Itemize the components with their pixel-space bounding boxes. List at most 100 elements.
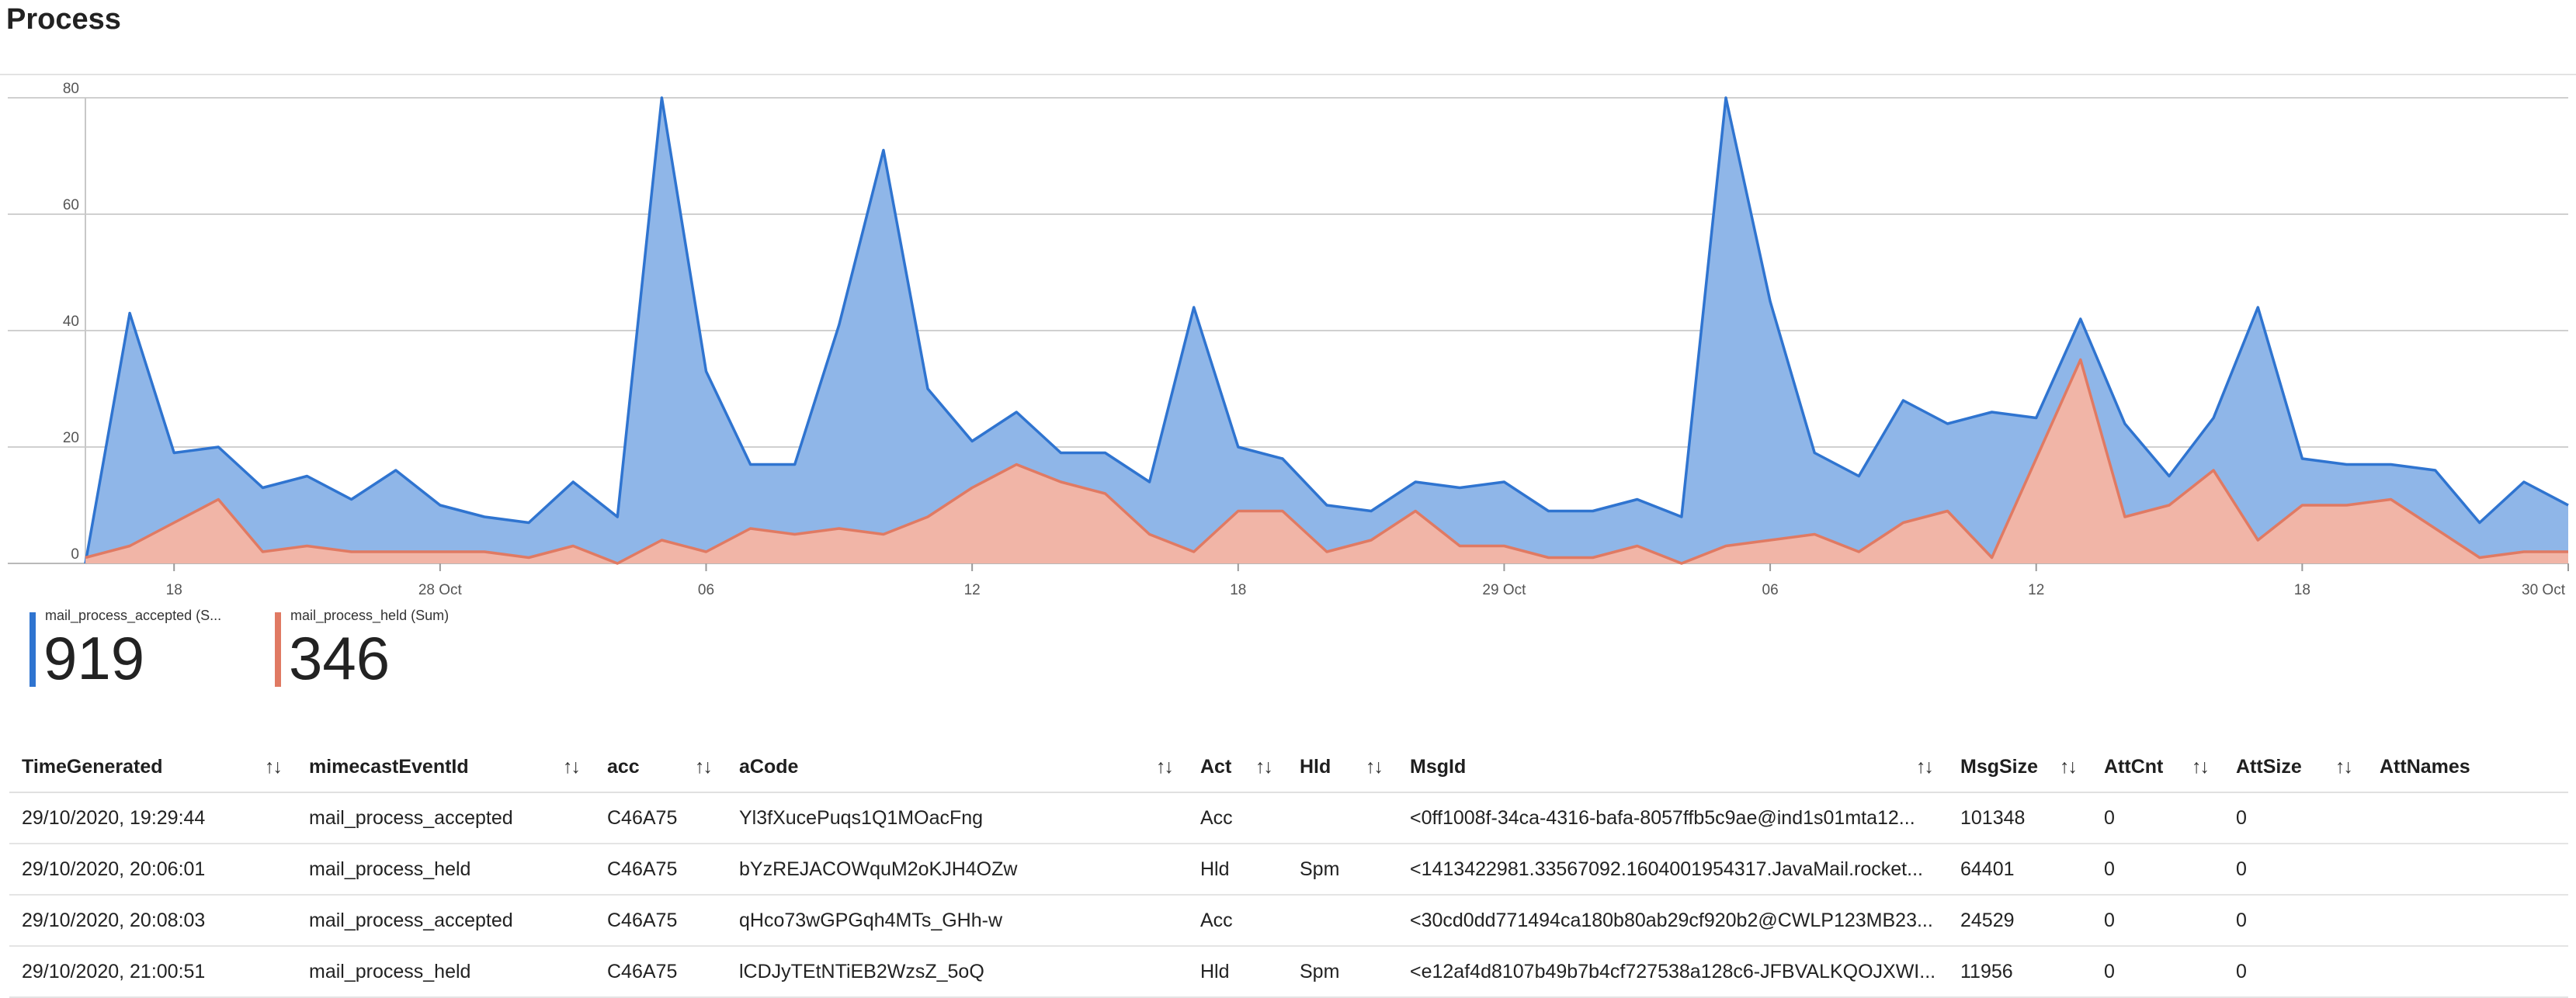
table-cell-msgid: <e12af4d8107b49b7b4cf727538a128c6-JFBVAL… [1397,946,1948,998]
table-cell-attnames [2367,844,2568,896]
table-cell-hld [1287,895,1397,947]
table-cell-timegenerated: 29/10/2020, 20:08:03 [9,895,297,947]
sort-arrows-icon[interactable]: ↑↓ [563,756,581,778]
column-header-label: MsgSize [1960,755,2039,778]
column-header-label: acc [607,755,640,778]
column-header-attnames[interactable]: AttNames [2367,742,2568,793]
column-header-label: AttSize [2236,755,2302,778]
column-header-attcnt[interactable]: AttCnt ↑↓ [2092,742,2224,793]
table-cell-msgsize: 11956 [1948,946,2092,998]
y-tick-label-40: 40 [63,314,79,330]
column-header-acc[interactable]: acc ↑↓ [595,742,727,793]
column-header-label: AttNames [2380,755,2470,778]
legend-held-swatch [275,612,281,687]
table-cell-timegenerated: 29/10/2020, 21:00:51 [9,946,297,998]
table-cell-attcnt: 0 [2092,895,2224,947]
table-cell-acc: C46A75 [595,946,727,998]
column-header-label: aCode [739,755,799,778]
table-cell-hld: Spm [1287,946,1397,998]
column-header-acode[interactable]: aCode ↑↓ [727,742,1188,793]
table-cell-act: Acc [1188,895,1287,947]
legend-accepted-swatch [30,612,36,687]
area-chart: 0 20 40 60 80 18 28 Oct 06 12 18 29 Oct 06 12 18 30 Oc… [0,74,2576,598]
table-cell-acc: C46A75 [595,844,727,896]
column-header-act[interactable]: Act ↑↓ [1188,742,1287,793]
table-header-row: TimeGenerated ↑↓ mimecastEventId ↑↓ acc ↑↓ aCo… [9,742,2568,793]
table-cell-mimecasteventid: mail_process_held [297,844,595,896]
table-cell-act: Acc [1188,792,1287,844]
table-cell-msgid: <0ff1008f-34ca-4316-bafa-8057ffb5c9ae@in… [1397,792,1948,844]
table-cell-attsize: 0 [2224,844,2367,896]
table-cell-acode: Yl3fXucePuqs1Q1MOacFng [727,792,1188,844]
table-cell-hld [1287,792,1397,844]
table-cell-mimecasteventid: mail_process_accepted [297,895,595,947]
column-header-label: TimeGenerated [22,755,163,778]
column-header-mimecasteventid[interactable]: mimecastEventId ↑↓ [297,742,595,793]
x-tick-label-2: 06 [698,582,714,598]
table-cell-msgsize: 24529 [1948,895,2092,947]
sort-arrows-icon[interactable]: ↑↓ [1255,756,1273,778]
x-tick-label-0: 18 [166,582,182,598]
table-cell-mimecasteventid: mail_process_held [297,946,595,998]
y-tick-label-60: 60 [63,197,79,213]
table-cell-acode: lCDJyTEtNTiEB2WzsZ_5oQ [727,946,1188,998]
sort-arrows-icon[interactable]: ↑↓ [1156,756,1174,778]
column-header-label: AttCnt [2104,755,2164,778]
table-row[interactable]: 29/10/2020, 20:08:03 mail_process_accepte… [9,895,2568,947]
table-row[interactable]: 29/10/2020, 21:00:51 mail_process_held C46… [9,946,2568,998]
table-cell-attsize: 0 [2224,946,2367,998]
table-row[interactable]: 29/10/2020, 19:29:44 mail_process_accepte… [9,792,2568,844]
y-tick-label-0: 0 [71,546,79,563]
column-header-label: Hld [1300,755,1331,778]
results-table: TimeGenerated ↑↓ mimecastEventId ↑↓ acc ↑↓ aCo… [9,742,2568,998]
sort-arrows-icon[interactable]: ↑↓ [265,756,283,778]
y-tick-label-20: 20 [63,430,79,446]
table-cell-msgsize: 101348 [1948,792,2092,844]
sort-arrows-icon[interactable]: ↑↓ [2335,756,2353,778]
table-cell-attnames [2367,946,2568,998]
table-body: 29/10/2020, 19:29:44 mail_process_accepte… [9,792,2568,998]
legend-accepted-total: 919 [43,624,145,692]
x-tick-label-6: 06 [1762,582,1779,598]
sort-arrows-icon[interactable]: ↑↓ [2060,756,2078,778]
table-cell-attsize: 0 [2224,792,2367,844]
sort-arrows-icon[interactable]: ↑↓ [1916,756,1934,778]
legend-accepted-label: mail_process_accepted (S... [45,608,222,623]
table-cell-act: Hld [1188,844,1287,896]
x-tick-label-9: 30 Oct [2522,582,2566,598]
column-header-timegenerated[interactable]: TimeGenerated ↑↓ [9,742,297,793]
table-cell-hld: Spm [1287,844,1397,896]
column-header-label: mimecastEventId [309,755,469,778]
table-cell-acode: qHco73wGPGqh4MTs_GHh-w [727,895,1188,947]
y-tick-label-80: 80 [63,81,79,97]
legend-held-total: 346 [289,624,391,692]
table-cell-attnames [2367,895,2568,947]
x-tick-label-8: 18 [2294,582,2310,598]
table-cell-mimecasteventid: mail_process_accepted [297,792,595,844]
table-cell-attsize: 0 [2224,895,2367,947]
x-tick-label-3: 12 [964,582,981,598]
table-cell-acc: C46A75 [595,895,727,947]
sort-arrows-icon[interactable]: ↑↓ [1366,756,1383,778]
x-tick-label-1: 28 Oct [418,582,463,598]
table-cell-acc: C46A75 [595,792,727,844]
table-cell-msgid: <1413422981.33567092.1604001954317.JavaM… [1397,844,1948,896]
column-header-msgid[interactable]: MsgId ↑↓ [1397,742,1948,793]
table-cell-attcnt: 0 [2092,792,2224,844]
column-header-msgsize[interactable]: MsgSize ↑↓ [1948,742,2092,793]
table-row[interactable]: 29/10/2020, 20:06:01 mail_process_held C46… [9,844,2568,896]
table-cell-attnames [2367,792,2568,844]
x-tick-label-4: 18 [1230,582,1246,598]
sort-arrows-icon[interactable]: ↑↓ [695,756,713,778]
x-tick-label-5: 29 Oct [1482,582,1526,598]
column-header-attsize[interactable]: AttSize ↑↓ [2224,742,2367,793]
sort-arrows-icon[interactable]: ↑↓ [2192,756,2210,778]
table-cell-attcnt: 0 [2092,844,2224,896]
table-cell-act: Hld [1188,946,1287,998]
table-cell-msgid: <30cd0dd771494ca180b80ab29cf920b2@CWLP12… [1397,895,1948,947]
column-header-hld[interactable]: Hld ↑↓ [1287,742,1397,793]
x-tick-label-7: 12 [2028,582,2044,598]
table-cell-timegenerated: 29/10/2020, 19:29:44 [9,792,297,844]
legend-held-label: mail_process_held (Sum) [290,608,450,623]
table-cell-msgsize: 64401 [1948,844,2092,896]
